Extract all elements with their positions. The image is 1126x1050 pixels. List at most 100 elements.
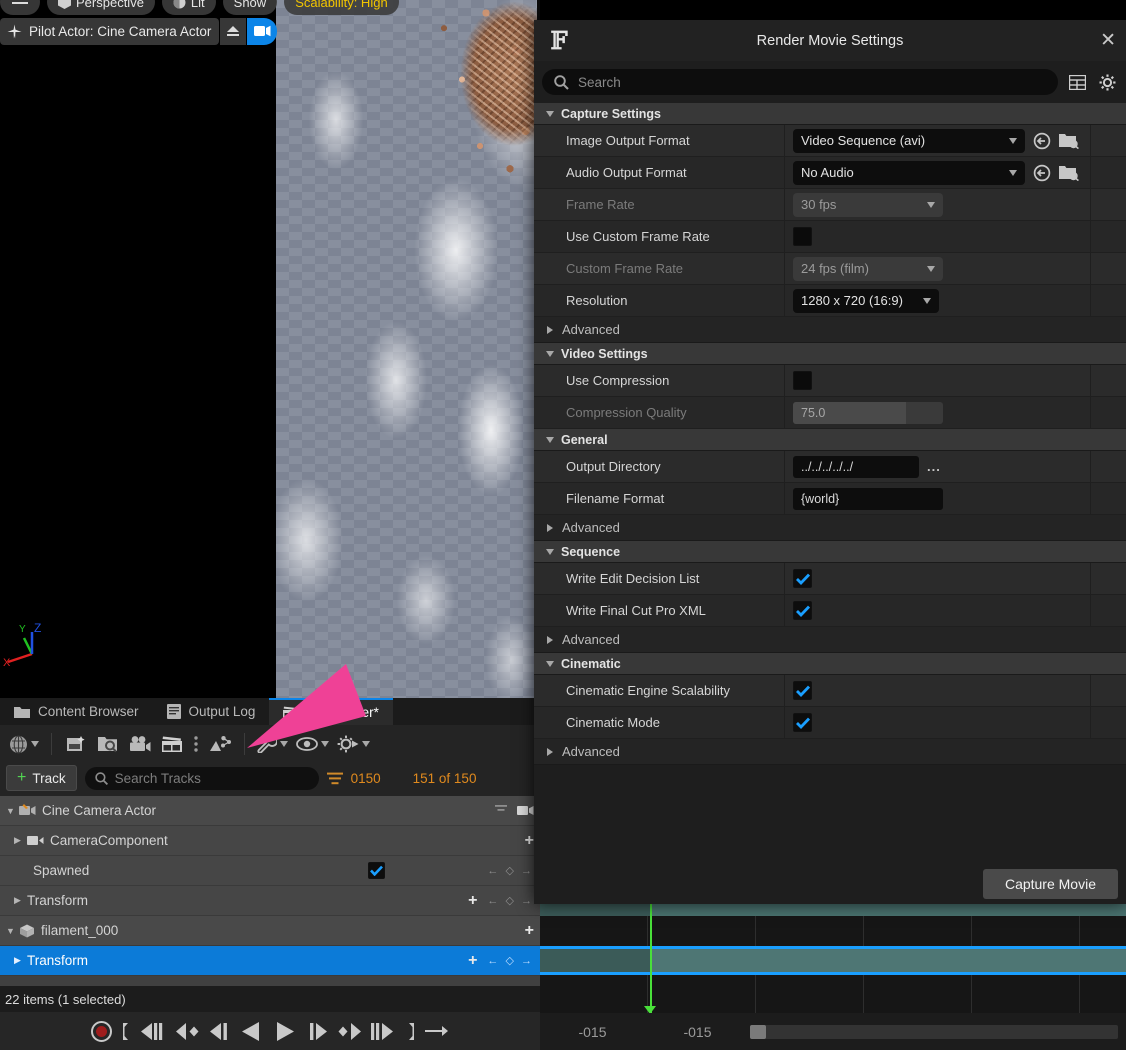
viewport-viewmode-button[interactable]: Lit [162, 0, 216, 15]
gear-icon[interactable] [1096, 74, 1118, 91]
viewport-toolbar-top[interactable]: Perspective Lit Show Scalability: High [0, 0, 399, 16]
property-row-cinematic-engine-scalability[interactable]: Cinematic Engine Scalability [534, 675, 1126, 707]
timeline-tracks-area[interactable]: -015 -015 [540, 900, 1126, 1050]
property-value[interactable]: No Audio [784, 157, 1090, 188]
track-row-controls[interactable]: + [525, 833, 534, 849]
render-movie-settings-dialog[interactable]: 𝔽 Render Movie Settings ✕ Search Capture… [534, 20, 1126, 904]
track-row-cine-camera-actor[interactable]: ▼ Cine Camera Actor [0, 796, 540, 826]
track-row-controls[interactable]: + ← ◇ → [468, 893, 534, 909]
step-forward-button[interactable] [307, 1023, 327, 1040]
filter-icon[interactable] [327, 772, 343, 785]
expander-icon[interactable]: ▶ [14, 835, 27, 846]
panel-tab-bar[interactable]: Content Browser Output Log Sequencer* [0, 698, 540, 725]
audio-output-format-combo[interactable]: No Audio [793, 161, 1025, 185]
property-row-use-compression[interactable]: Use Compression [534, 365, 1126, 397]
expander-icon[interactable]: ▶ [14, 955, 27, 966]
property-grid[interactable]: Capture Settings Image Output Format Vid… [534, 103, 1126, 864]
render-movie-button[interactable] [157, 729, 187, 759]
property-row-output-directory[interactable]: Output Directory ../../../../../ ... [534, 451, 1126, 483]
expander-icon[interactable] [546, 661, 554, 667]
category-cinematic[interactable]: Cinematic [534, 653, 1126, 675]
tab-output-log[interactable]: Output Log [153, 698, 270, 725]
property-row-resolution[interactable]: Resolution 1280 x 720 (16:9) [534, 285, 1126, 317]
track-row-controls[interactable]: + [525, 923, 534, 939]
property-row-use-custom-frame-rate[interactable]: Use Custom Frame Rate [534, 221, 1126, 253]
step-back-button[interactable] [210, 1023, 230, 1040]
jump-to-end-button[interactable] [405, 1023, 416, 1040]
advanced-general[interactable]: Advanced [534, 515, 1126, 541]
property-value[interactable] [784, 563, 1090, 594]
view-options-dropdown[interactable] [293, 729, 332, 759]
browse-icon[interactable] [1059, 133, 1079, 149]
tab-content-browser[interactable]: Content Browser [0, 698, 153, 725]
table-view-icon[interactable] [1066, 75, 1088, 90]
level-viewport[interactable]: Perspective Lit Show Scalability: High P… [0, 0, 540, 698]
property-value[interactable]: {world} [784, 483, 1090, 514]
create-camera-button[interactable] [61, 729, 91, 759]
eject-pilot-button[interactable] [220, 18, 246, 45]
track-row-transform-camera[interactable]: ▶ Transform + ← ◇ → [0, 886, 540, 916]
output-directory-input[interactable]: ../../../../../ [793, 456, 919, 478]
expander-icon[interactable]: ▶ [14, 895, 27, 906]
track-row-controls[interactable] [495, 805, 534, 816]
property-row-audio-output-format[interactable]: Audio Output Format No Audio [534, 157, 1126, 189]
timeline-start-label[interactable]: -015 [540, 1024, 645, 1040]
close-icon[interactable]: ✕ [1100, 29, 1116, 52]
viewport-perspective-button[interactable]: Perspective [47, 0, 155, 15]
viewport-scalability-button[interactable]: Scalability: High [284, 0, 399, 15]
pilot-actor-bar[interactable]: Pilot Actor: Cine Camera Actor [0, 16, 277, 46]
sequencer-search-row[interactable]: + Track Search Tracks 0150 151 of 150 [0, 763, 540, 793]
browse-directory-button[interactable]: ... [927, 459, 941, 474]
dialog-title-bar[interactable]: 𝔽 Render Movie Settings ✕ [534, 20, 1126, 61]
filter-small-icon[interactable] [495, 805, 507, 816]
category-sequence[interactable]: Sequence [534, 541, 1126, 563]
timeline-end-label[interactable]: -015 [645, 1024, 750, 1040]
track-row-filament[interactable]: ▼ filament_000 + [0, 916, 540, 946]
track-row-transform-filament[interactable]: ▶ Transform + ← ◇ → [0, 946, 540, 976]
expander-icon[interactable] [546, 549, 554, 555]
timeline-rows[interactable] [540, 900, 1126, 1013]
capture-movie-button[interactable]: Capture Movie [983, 869, 1118, 899]
expander-icon[interactable]: ▼ [6, 806, 19, 816]
track-row-spawned[interactable]: Spawned ← ◇ → [0, 856, 540, 886]
pilot-actor-button[interactable]: Pilot Actor: Cine Camera Actor [0, 18, 219, 45]
expander-icon[interactable] [547, 636, 553, 644]
jump-to-start-button[interactable] [121, 1023, 132, 1040]
expander-icon[interactable] [546, 111, 554, 117]
playback-options-dropdown[interactable] [334, 729, 373, 759]
add-key-icon[interactable]: + [468, 953, 477, 969]
property-row-write-final-cut-pro-xml[interactable]: Write Final Cut Pro XML [534, 595, 1126, 627]
play-reverse-button[interactable] [242, 1022, 261, 1041]
property-row-image-output-format[interactable]: Image Output Format Video Sequence (avi) [534, 125, 1126, 157]
camera-small-icon[interactable] [517, 805, 534, 816]
key-nav-icons[interactable]: ← ◇ → [487, 954, 534, 967]
timeline-scrollbar[interactable] [750, 1025, 1118, 1039]
current-frame-value[interactable]: 0150 [351, 771, 381, 786]
add-key-icon[interactable]: + [525, 833, 534, 849]
toolbar-overflow-button[interactable] [189, 729, 203, 759]
expander-icon[interactable] [547, 748, 553, 756]
next-key-button[interactable] [336, 1023, 361, 1040]
property-row-write-edit-decision-list[interactable]: Write Edit Decision List [534, 563, 1126, 595]
spawned-checkbox[interactable] [368, 862, 385, 879]
step-forward-frames-button[interactable] [370, 1023, 396, 1040]
image-output-format-combo[interactable]: Video Sequence (avi) [793, 129, 1025, 153]
record-button[interactable] [91, 1021, 112, 1042]
actions-button[interactable] [205, 729, 235, 759]
timeline-scrollbar-thumb[interactable] [750, 1025, 766, 1039]
transport-controls[interactable] [0, 1012, 540, 1050]
track-row-controls[interactable]: ← ◇ → [487, 864, 534, 877]
property-value[interactable] [784, 365, 1090, 396]
previous-key-button[interactable] [176, 1023, 201, 1040]
revert-icon[interactable] [1033, 132, 1051, 150]
add-key-icon[interactable]: + [525, 923, 534, 939]
property-value[interactable] [784, 595, 1090, 626]
step-back-frames-button[interactable] [141, 1023, 167, 1040]
write-fcpxml-checkbox[interactable] [793, 601, 812, 620]
property-value[interactable]: ../../../../../ ... [784, 451, 1090, 482]
property-row-filename-format[interactable]: Filename Format {world} [534, 483, 1126, 515]
browse-icon[interactable] [1059, 165, 1079, 181]
advanced-sequence[interactable]: Advanced [534, 627, 1126, 653]
property-row-cinematic-mode[interactable]: Cinematic Mode [534, 707, 1126, 739]
dialog-search-input[interactable]: Search [542, 69, 1058, 95]
